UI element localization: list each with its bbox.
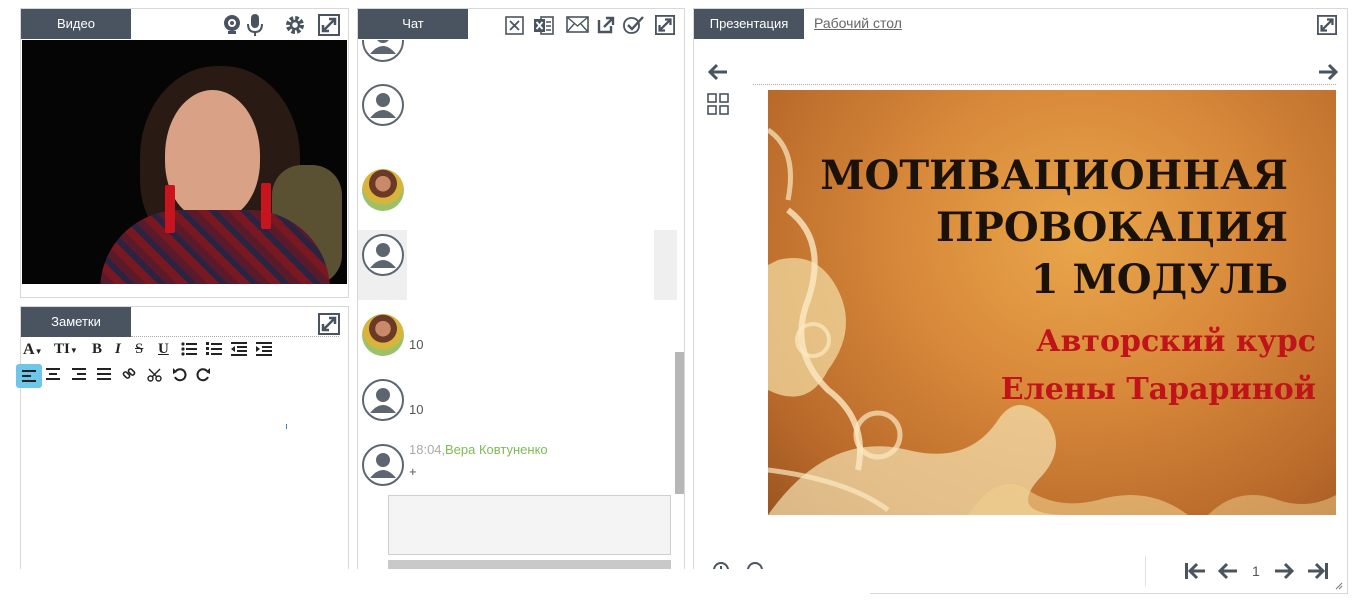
avatar xyxy=(362,444,404,486)
clear-chat-icon[interactable] xyxy=(505,16,524,35)
indent-icon[interactable] xyxy=(256,342,272,356)
chat-input[interactable] xyxy=(388,495,671,555)
slide-subtitle-line-2: Елены Тарариной xyxy=(1000,372,1316,407)
align-left-icon[interactable] xyxy=(16,364,42,388)
slide-nav-divider xyxy=(753,84,1336,85)
underline-button[interactable]: U xyxy=(158,341,169,358)
earring-left xyxy=(165,185,175,233)
strikethrough-button[interactable]: S xyxy=(135,341,143,358)
redo-icon[interactable] xyxy=(196,367,211,382)
expand-icon[interactable] xyxy=(655,15,675,35)
microphone-icon[interactable] xyxy=(246,13,264,37)
presentation-slide: МОТИВАЦИОННАЯ ПРОВОКАЦИЯ 1 МОДУЛЬ Авторс… xyxy=(768,90,1336,515)
slide-title-line-1: МОТИВАЦИОННАЯ xyxy=(820,152,1288,199)
video-stream xyxy=(22,40,347,284)
presenter-face xyxy=(165,90,260,220)
expand-icon[interactable] xyxy=(1317,15,1337,35)
chat-message-text: 10 xyxy=(409,337,424,352)
first-page-icon[interactable] xyxy=(1184,561,1206,581)
webcam-icon[interactable] xyxy=(222,14,242,36)
slide-title-line-3: 1 МОДУЛЬ xyxy=(1030,256,1288,303)
slide-subtitle-line-1: Авторский курс xyxy=(1036,324,1316,359)
notes-tab-divider xyxy=(131,336,339,337)
text-cursor xyxy=(286,424,287,429)
mail-icon[interactable] xyxy=(566,16,589,33)
excel-export-icon[interactable] xyxy=(533,15,554,36)
tab-desktop[interactable]: Рабочий стол xyxy=(814,15,902,31)
outdent-icon[interactable] xyxy=(231,342,247,356)
tab-chat[interactable]: Чат xyxy=(358,9,468,39)
previous-page-icon[interactable] xyxy=(1218,561,1238,581)
bold-button[interactable]: B xyxy=(92,341,102,358)
unlink-icon[interactable] xyxy=(147,367,162,382)
pagination-divider xyxy=(1145,556,1146,586)
caret-down-icon: ▼ xyxy=(69,346,78,355)
resize-handle[interactable] xyxy=(1335,582,1343,590)
expand-icon[interactable] xyxy=(318,313,340,335)
chat-message-time: 18:04, xyxy=(409,442,446,457)
italic-button[interactable]: I xyxy=(115,341,121,358)
arrow-left-icon[interactable] xyxy=(708,63,728,81)
avatar xyxy=(362,40,404,62)
avatar xyxy=(362,234,404,276)
external-link-icon[interactable] xyxy=(597,16,615,34)
thumbnails-grid-icon[interactable] xyxy=(707,93,729,115)
tab-notes[interactable]: Заметки xyxy=(21,307,131,337)
page-number[interactable]: 1 xyxy=(1252,563,1260,579)
checkbox-icon[interactable] xyxy=(623,15,645,35)
caret-down-icon: ▼ xyxy=(34,347,43,356)
expand-icon[interactable] xyxy=(318,14,340,36)
font-size-label: TI xyxy=(54,341,70,357)
chat-message-list[interactable]: 10 10 18:04, Вера Ковтуненко + xyxy=(358,40,684,490)
align-justify-icon[interactable] xyxy=(97,368,111,380)
bottom-overlay xyxy=(6,569,870,602)
earring-right xyxy=(261,183,271,229)
chat-message-highlight xyxy=(654,230,677,300)
align-right-icon[interactable] xyxy=(72,368,86,380)
avatar xyxy=(362,84,404,126)
font-family-button[interactable]: A▼ xyxy=(23,341,42,359)
gear-icon[interactable] xyxy=(283,13,307,37)
font-family-label: A xyxy=(23,341,35,358)
link-icon[interactable] xyxy=(122,367,137,382)
bulleted-list-icon[interactable] xyxy=(181,342,197,356)
align-center-icon[interactable] xyxy=(46,368,60,380)
tab-video[interactable]: Видео xyxy=(21,9,131,39)
notes-text-area[interactable] xyxy=(22,392,347,568)
last-page-icon[interactable] xyxy=(1307,561,1329,581)
undo-icon[interactable] xyxy=(172,367,187,382)
chat-message-author[interactable]: Вера Ковтуненко xyxy=(445,442,548,457)
numbered-list-icon[interactable] xyxy=(206,342,222,356)
slide-title-line-2: ПРОВОКАЦИЯ xyxy=(935,204,1288,251)
avatar-photo xyxy=(362,314,404,356)
avatar xyxy=(362,379,404,421)
chat-scrollbar[interactable] xyxy=(675,352,684,494)
avatar-photo xyxy=(362,169,404,211)
chat-message-text: + xyxy=(409,464,417,479)
next-page-icon[interactable] xyxy=(1274,561,1294,581)
chat-message-text: 10 xyxy=(409,402,424,417)
arrow-right-icon[interactable] xyxy=(1318,63,1338,81)
font-size-button[interactable]: TI▼ xyxy=(54,341,78,358)
tab-presentation[interactable]: Презентация xyxy=(694,9,804,39)
